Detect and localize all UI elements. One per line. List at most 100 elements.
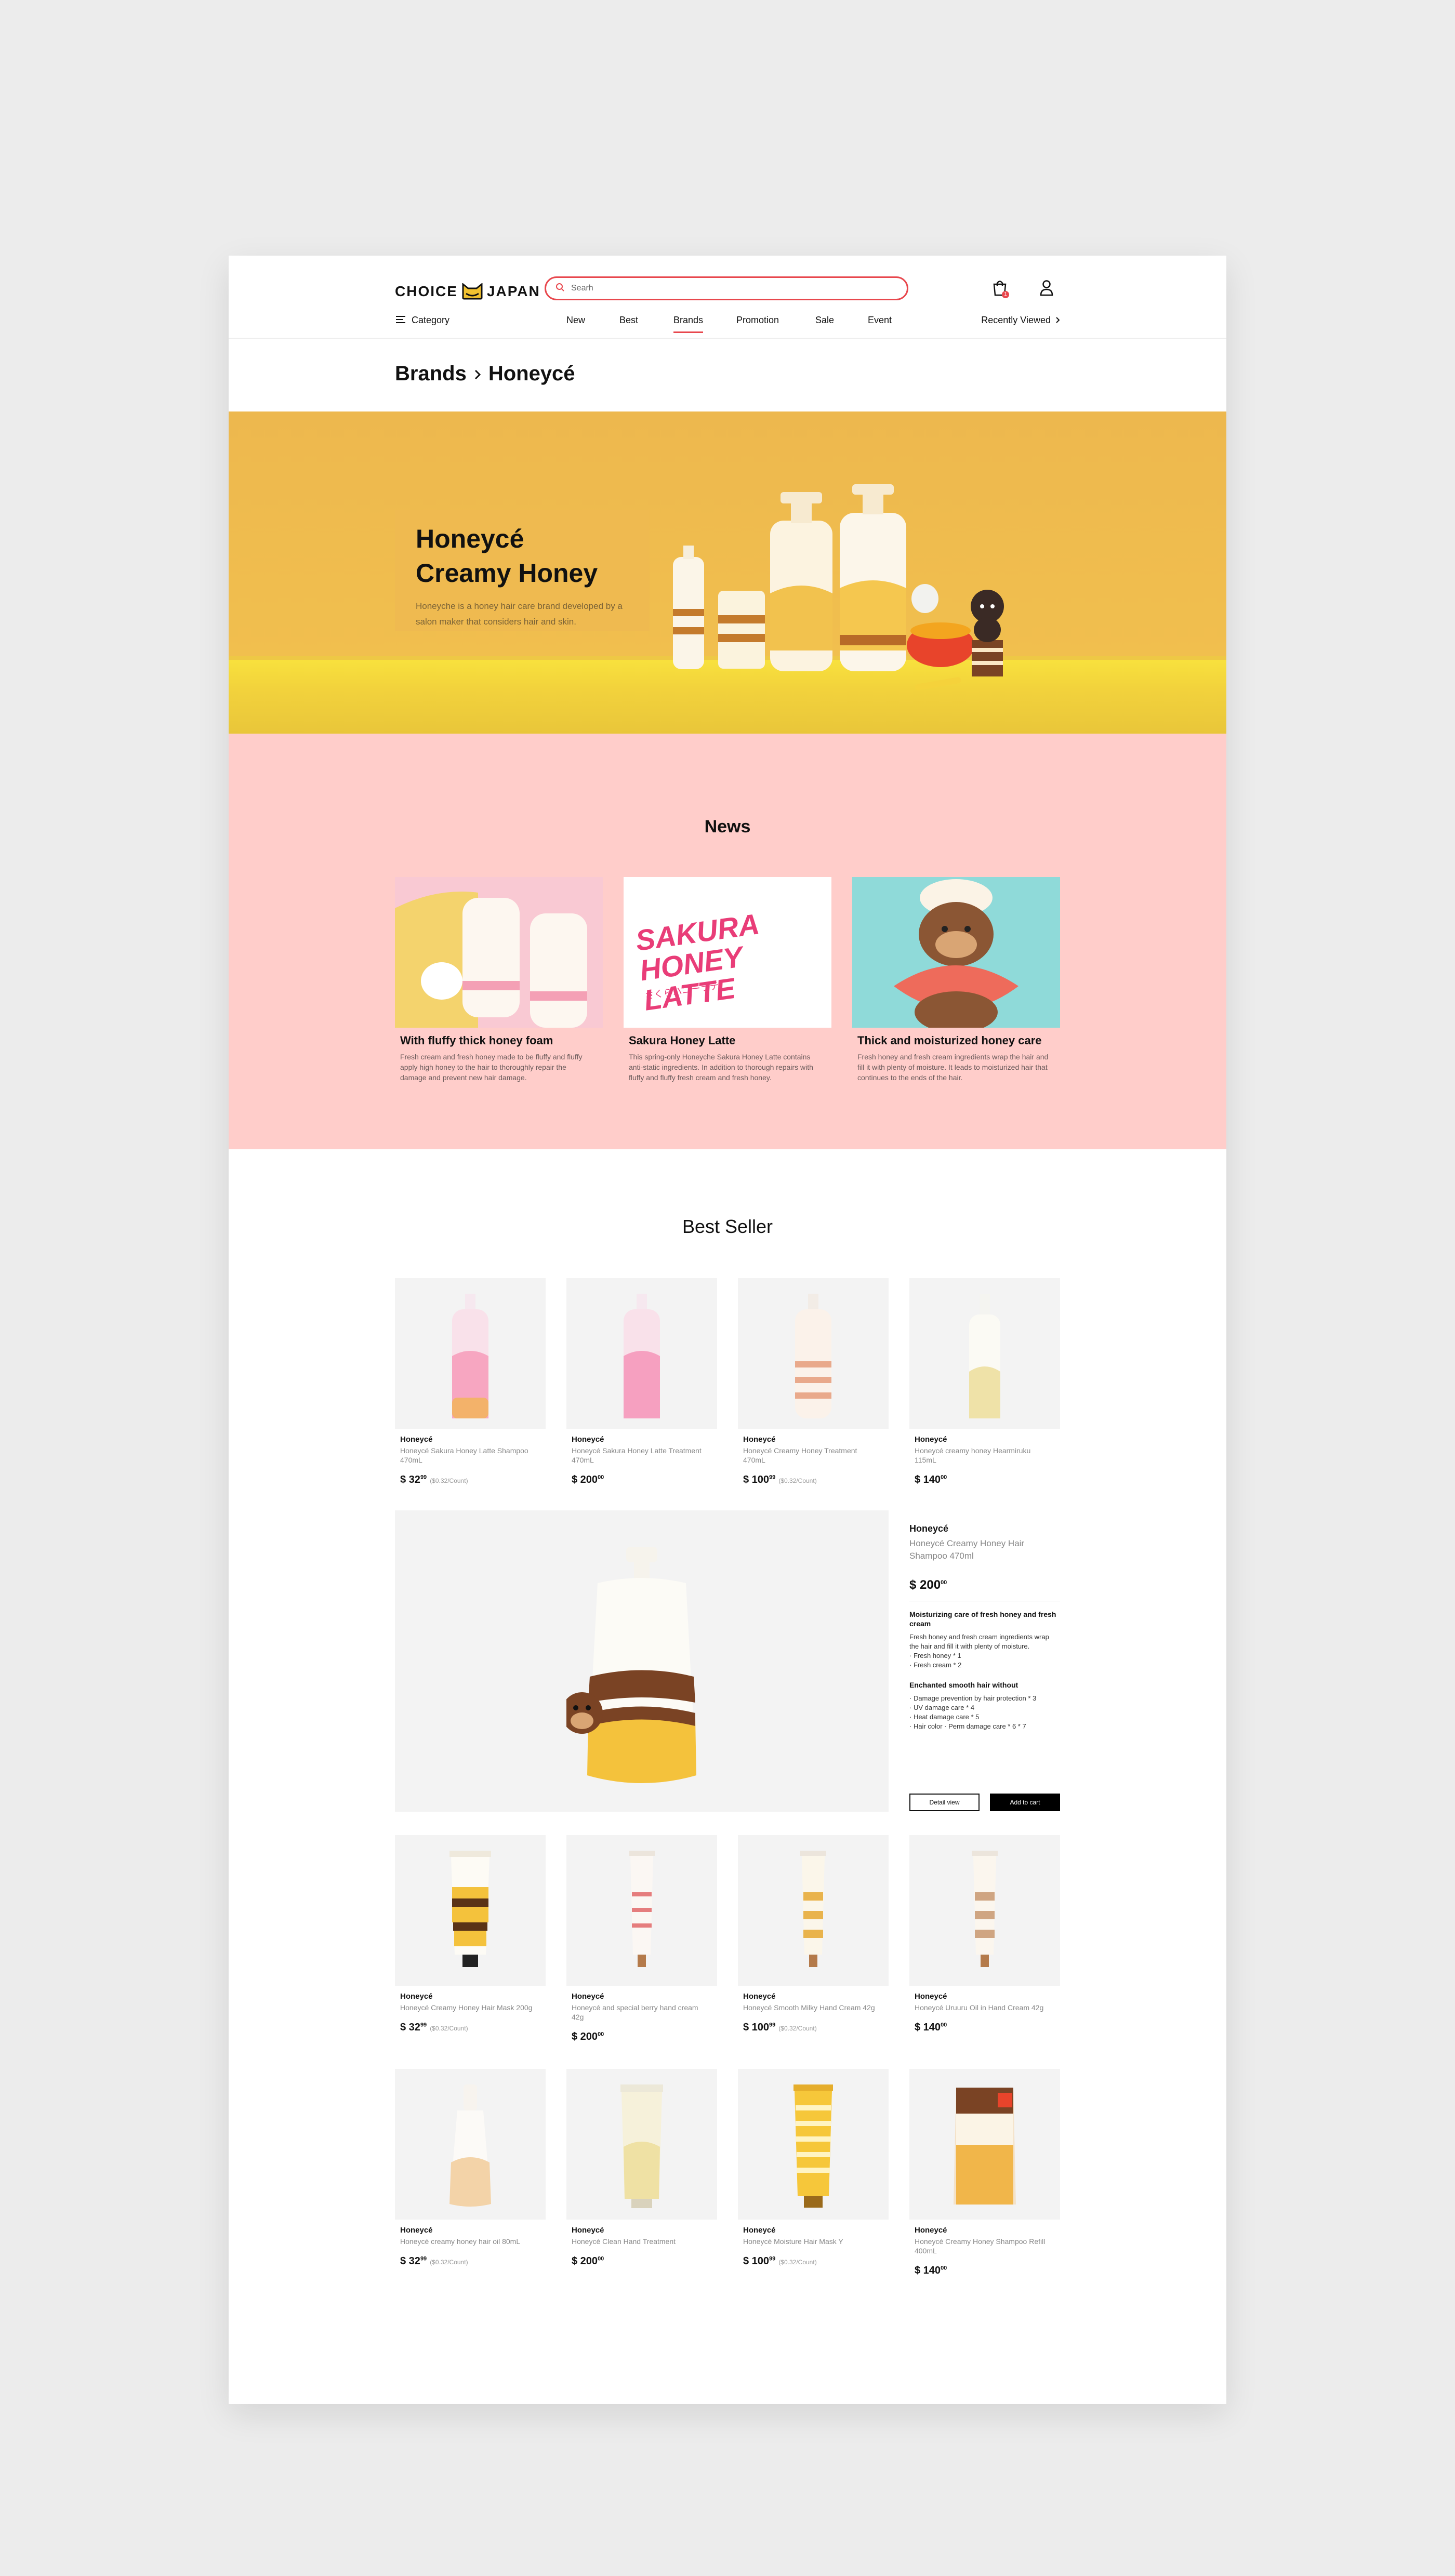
- price-per-unit: ($0.32/Count): [430, 2259, 468, 2266]
- product-card[interactable]: Honeycé Honeycé Sakura Honey Latte Treat…: [566, 1278, 717, 1486]
- main-nav: Category New Best Brands Promotion Sale …: [229, 313, 1226, 339]
- product-image: [395, 2069, 546, 2220]
- product-card[interactable]: Honeycé Honeycé Creamy Honey Hair Mask 2…: [395, 1835, 546, 2034]
- product-card[interactable]: Honeycé Honeycé Uruuru Oil in Hand Cream…: [909, 1835, 1060, 2034]
- product-name: Honeycé creamy honey Hearmiruku 115mL: [915, 1446, 1031, 1464]
- recently-viewed-label: Recently Viewed: [981, 315, 1051, 325]
- product-price: $ 20000: [566, 1474, 717, 1486]
- nav-new[interactable]: New: [566, 315, 585, 326]
- product-brand: Honeycé: [572, 1435, 604, 1444]
- product-name: Honeycé and special berry hand cream 42g: [572, 2003, 698, 2021]
- product-brand: Honeycé: [915, 1435, 947, 1444]
- nav-promotion[interactable]: Promotion: [736, 315, 779, 326]
- price-cents: 00: [598, 2255, 604, 2262]
- news-card-description: Fresh cream and fresh honey made to be f…: [400, 1053, 583, 1082]
- price-cents: 00: [941, 2265, 947, 2272]
- price-cents: 00: [598, 1474, 604, 1481]
- news-image: SAKURA HONEY LATTE さくらハニーラテ: [624, 877, 831, 1028]
- product-price: $ 3299 ($0.32/Count): [395, 1474, 546, 1486]
- product-card[interactable]: Honeycé Honeycé Sakura Honey Latte Shamp…: [395, 1278, 546, 1486]
- recently-viewed-link[interactable]: Recently Viewed: [981, 315, 1060, 326]
- news-card[interactable]: SAKURA HONEY LATTE さくらハニーラテ Sakura Honey…: [624, 877, 831, 1083]
- product-brand: Honeycé: [572, 2226, 604, 2235]
- product-price: $ 3299 ($0.32/Count): [395, 2022, 546, 2034]
- nav-best[interactable]: Best: [619, 315, 638, 326]
- product-name: Honeycé Creamy Honey Treatment 470mL: [743, 1446, 857, 1464]
- price-cents: 99: [769, 2255, 776, 2262]
- page: CHOICE JAPAN 1: [229, 256, 1226, 2404]
- featured-body: Fresh honey and fresh cream ingredients …: [909, 1633, 1049, 1669]
- product-price: $ 20000: [566, 2031, 717, 2043]
- price-main: $ 140: [915, 1474, 941, 1485]
- price-cents: 99: [420, 2022, 427, 2028]
- chevron-right-icon: [1056, 315, 1060, 326]
- search-bar[interactable]: [545, 276, 908, 300]
- product-image: [566, 1835, 717, 1986]
- product-name: Honeycé Uruuru Oil in Hand Cream 42g: [915, 2003, 1044, 2012]
- product-card[interactable]: Honeycé Honeycé Moisture Hair Mask Y $ 1…: [738, 2069, 889, 2267]
- account-button[interactable]: [1036, 278, 1057, 299]
- product-card[interactable]: Honeycé Honeycé creamy honey Hearmiruku …: [909, 1278, 1060, 1486]
- cart-button[interactable]: 1: [989, 278, 1010, 299]
- price-cents: 99: [769, 1474, 776, 1481]
- news-card-description: This spring-only Honeyche Sakura Honey L…: [629, 1053, 813, 1082]
- product-name: Honeycé Smooth Milky Hand Cream 42g: [743, 2003, 875, 2012]
- product-card[interactable]: Honeycé Honeycé creamy honey hair oil 80…: [395, 2069, 546, 2267]
- product-card[interactable]: Honeycé Honeycé Clean Hand Treatment $ 2…: [566, 2069, 717, 2267]
- product-brand: Honeycé: [743, 2226, 776, 2235]
- logo[interactable]: CHOICE JAPAN: [395, 280, 540, 303]
- site-header: CHOICE JAPAN 1: [229, 256, 1226, 339]
- featured-product-info: Honeycé Honeycé Creamy Honey Hair Shampo…: [909, 1523, 1060, 1731]
- product-card[interactable]: Honeycé Honeycé Smooth Milky Hand Cream …: [738, 1835, 889, 2034]
- featured-product-image[interactable]: [395, 1510, 889, 1812]
- featured-actions: Detail view Add to cart: [909, 1794, 1060, 1811]
- price-per-unit: ($0.32/Count): [430, 1477, 468, 1484]
- product-price: $ 10099 ($0.32/Count): [738, 1474, 889, 1486]
- product-brand: Honeycé: [743, 1435, 776, 1444]
- product-brand: Honeycé: [915, 1992, 947, 2001]
- logo-cat-icon: [462, 282, 483, 300]
- product-card[interactable]: Honeycé Honeycé Creamy Honey Treatment 4…: [738, 1278, 889, 1486]
- product-image: [395, 1278, 546, 1429]
- price-per-unit: ($0.32/Count): [778, 2025, 817, 2032]
- nav-brands[interactable]: Brands: [673, 315, 704, 333]
- price-cents: 00: [941, 1579, 947, 1586]
- featured-heading: Enchanted smooth hair without: [909, 1681, 1019, 1689]
- product-image: [738, 1278, 889, 1429]
- featured-price: $ 20000: [909, 1578, 1060, 1601]
- logo-text-right: JAPAN: [486, 283, 540, 299]
- product-image: [738, 2069, 889, 2220]
- search-icon: [555, 283, 565, 295]
- product-brand: Honeycé: [572, 1992, 604, 2001]
- news-card[interactable]: Thick and moisturized honey care Fresh h…: [852, 877, 1060, 1083]
- nav-sale[interactable]: Sale: [815, 315, 834, 326]
- price-cents: 00: [941, 2022, 947, 2028]
- product-brand: Honeycé: [743, 1992, 776, 2001]
- product-brand: Honeycé: [400, 1435, 433, 1444]
- price-main: $ 100: [743, 2255, 770, 2267]
- price-main: $ 200: [572, 2255, 598, 2267]
- product-card[interactable]: Honeycé Honeycé Creamy Honey Shampoo Ref…: [909, 2069, 1060, 2277]
- price-main: $ 200: [572, 2031, 598, 2042]
- price-main: $ 140: [915, 2022, 941, 2033]
- price-main: $ 32: [400, 2022, 420, 2033]
- news-section: News With fluffy thick honey foam Fresh …: [229, 734, 1226, 1149]
- product-image: [738, 1835, 889, 1986]
- price-main: $ 200: [572, 1474, 598, 1485]
- product-card[interactable]: Honeycé Honeycé and special berry hand c…: [566, 1835, 717, 2043]
- add-to-cart-button[interactable]: Add to cart: [990, 1794, 1060, 1811]
- category-menu-button[interactable]: Category: [396, 313, 449, 327]
- news-card[interactable]: With fluffy thick honey foam Fresh cream…: [395, 877, 603, 1083]
- price-main: $ 32: [400, 1474, 420, 1485]
- breadcrumb-parent[interactable]: Brands: [395, 362, 467, 386]
- product-brand: Honeycé: [400, 1992, 433, 2001]
- news-image: [395, 877, 603, 1028]
- search-input[interactable]: [571, 284, 883, 293]
- detail-view-button[interactable]: Detail view: [909, 1794, 980, 1811]
- news-card-description: Fresh honey and fresh cream ingredients …: [857, 1053, 1049, 1082]
- product-name: Honeycé Sakura Honey Latte Shampoo 470mL: [400, 1446, 528, 1464]
- nav-event[interactable]: Event: [868, 315, 892, 326]
- featured-heading: Moisturizing care of fresh honey and fre…: [909, 1610, 1056, 1628]
- product-price: $ 10099 ($0.32/Count): [738, 2022, 889, 2034]
- product-image: [395, 1835, 546, 1986]
